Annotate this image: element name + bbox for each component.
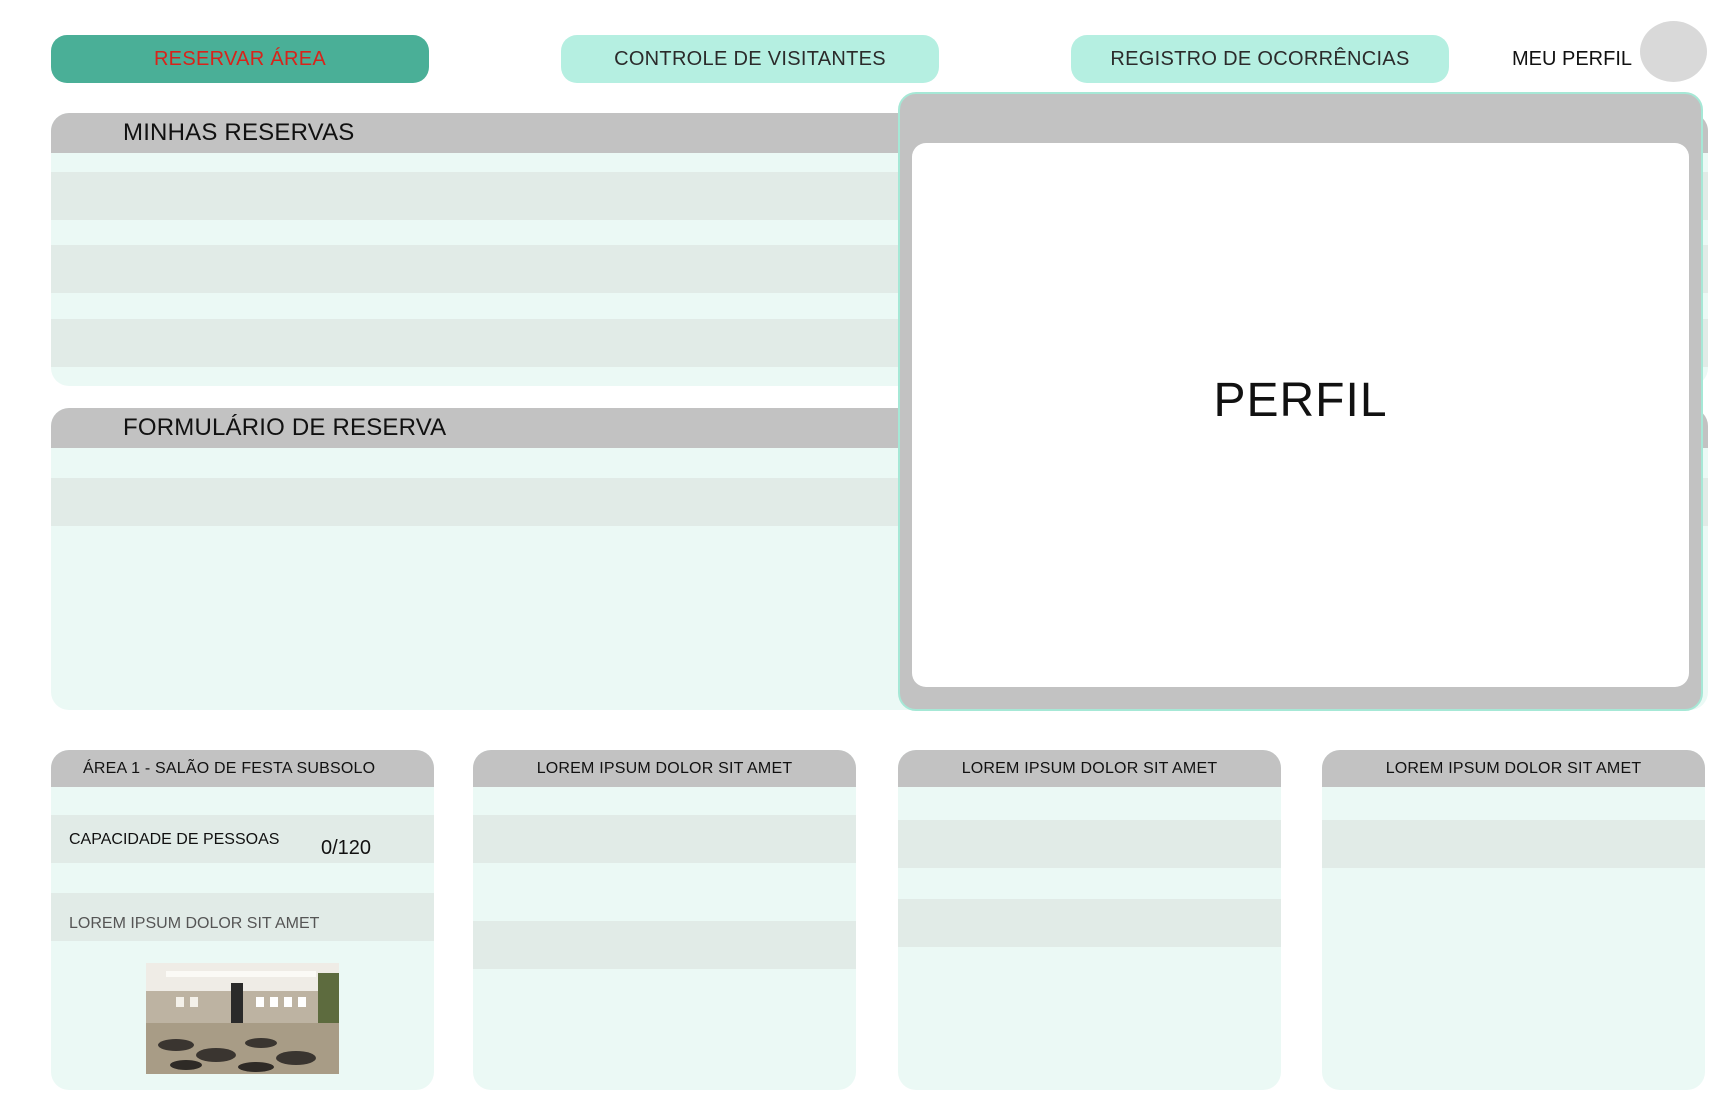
area-card[interactable]: ÁREA 1 - SALÃO DE FESTA SUBSOLO CAPACIDA… — [51, 750, 434, 1090]
list-item — [473, 921, 856, 969]
perfil-modal: PERFIL — [898, 92, 1703, 711]
reservar-area-button[interactable]: RESERVAR ÁREA — [51, 35, 429, 83]
lorem-card-title: LOREM IPSUM DOLOR SIT AMET — [898, 750, 1281, 787]
registro-ocorrencias-button[interactable]: REGISTRO DE OCORRÊNCIAS — [1071, 35, 1449, 83]
list-item — [1322, 820, 1705, 868]
lorem-card-title: LOREM IPSUM DOLOR SIT AMET — [1322, 750, 1705, 787]
lorem-card-title: LOREM IPSUM DOLOR SIT AMET — [473, 750, 856, 787]
list-item — [473, 815, 856, 863]
lorem-card[interactable]: LOREM IPSUM DOLOR SIT AMET — [898, 750, 1281, 1090]
salon-photo — [146, 963, 339, 1074]
list-item — [898, 899, 1281, 947]
area-card-title: ÁREA 1 - SALÃO DE FESTA SUBSOLO — [51, 750, 434, 787]
capacity-label: CAPACIDADE DE PESSOAS — [69, 831, 280, 848]
lorem-card[interactable]: LOREM IPSUM DOLOR SIT AMET — [1322, 750, 1705, 1090]
meu-perfil-link[interactable]: MEU PERFIL — [1512, 48, 1632, 71]
area-description: LOREM IPSUM DOLOR SIT AMET — [69, 915, 320, 932]
lorem-card[interactable]: LOREM IPSUM DOLOR SIT AMET — [473, 750, 856, 1090]
capacity-value: 0/120 — [321, 837, 372, 859]
avatar[interactable] — [1640, 21, 1707, 82]
perfil-modal-content: PERFIL — [912, 143, 1689, 687]
list-item — [898, 820, 1281, 868]
controle-visitantes-button[interactable]: CONTROLE DE VISITANTES — [561, 35, 939, 83]
perfil-title: PERFIL — [1213, 373, 1388, 427]
